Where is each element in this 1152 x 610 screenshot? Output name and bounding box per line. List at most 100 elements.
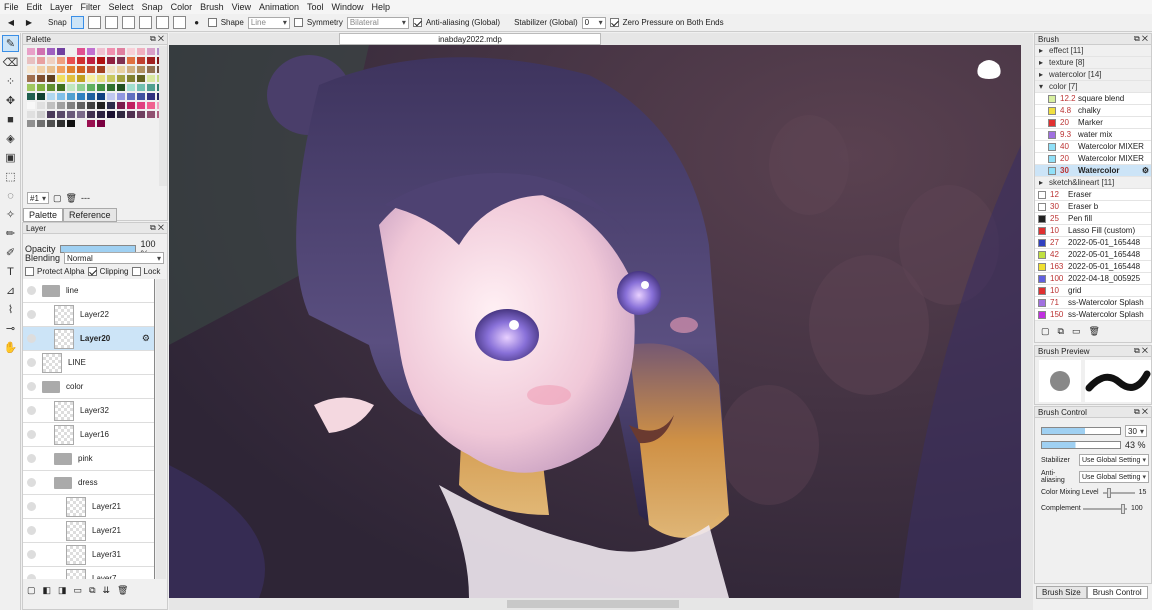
visibility-icon[interactable] xyxy=(27,454,36,463)
menu-edit[interactable]: Edit xyxy=(27,2,49,12)
color-swatch[interactable] xyxy=(107,93,115,100)
layer-row[interactable]: Layer22 xyxy=(23,303,154,327)
delete-brush-icon[interactable]: 🗑 xyxy=(1088,326,1099,337)
copy-brush-icon[interactable]: ⧉ xyxy=(1058,326,1064,337)
undo-icon[interactable]: ◀ xyxy=(4,16,18,30)
color-swatch[interactable] xyxy=(117,111,125,118)
brush-item[interactable]: 10 grid xyxy=(1035,285,1151,297)
color-swatch[interactable] xyxy=(97,102,105,109)
brush-item[interactable]: 12 Eraser xyxy=(1035,189,1151,201)
redo-icon[interactable]: ▶ xyxy=(22,16,36,30)
select-pen-tool-icon[interactable]: ✏ xyxy=(2,225,19,242)
color-swatch[interactable] xyxy=(27,93,35,100)
color-swatch[interactable] xyxy=(47,66,55,73)
canvas-hscroll[interactable] xyxy=(169,598,1021,610)
palette-scrollbar[interactable] xyxy=(159,46,167,186)
color-swatch[interactable] xyxy=(87,93,95,100)
color-swatch[interactable] xyxy=(117,48,125,55)
color-swatch[interactable] xyxy=(147,120,155,127)
menu-brush[interactable]: Brush xyxy=(200,2,230,12)
divide-tool-icon[interactable]: ⊿ xyxy=(2,282,19,299)
color-swatch[interactable] xyxy=(37,111,45,118)
color-swatch[interactable] xyxy=(27,120,35,127)
expand-icon[interactable]: ▾ xyxy=(1039,82,1043,91)
color-swatch[interactable] xyxy=(127,66,135,73)
lock-checkbox[interactable] xyxy=(131,267,141,276)
snap-circle-button[interactable] xyxy=(138,16,152,29)
color-swatch[interactable] xyxy=(87,66,95,73)
visibility-icon[interactable] xyxy=(27,358,36,367)
artwork-canvas[interactable] xyxy=(169,45,1021,598)
menu-select[interactable]: Select xyxy=(109,2,140,12)
brush-group[interactable]: ▸ watercolor [14] xyxy=(1035,69,1151,81)
color-swatch[interactable] xyxy=(117,84,125,91)
color-swatch[interactable] xyxy=(97,84,105,91)
color-swatch[interactable] xyxy=(97,120,105,127)
new-layer1-icon[interactable]: ◨ xyxy=(58,585,67,596)
color-swatch[interactable] xyxy=(147,75,155,82)
panel-menu-icon[interactable]: ⧉ ✕ xyxy=(1134,407,1148,417)
fill-rect-tool-icon[interactable]: ■ xyxy=(2,111,19,128)
visibility-icon[interactable] xyxy=(27,478,36,487)
brush-item[interactable]: 163 2022-05-01_165448 xyxy=(1035,261,1151,273)
stabilizer-dropdown[interactable]: 0 xyxy=(581,16,606,29)
color-swatch[interactable] xyxy=(117,93,125,100)
brush-item[interactable]: 4.8 chalky xyxy=(1035,105,1151,117)
color-swatch[interactable] xyxy=(47,102,55,109)
brush-item[interactable]: 42 2022-05-01_165448 xyxy=(1035,249,1151,261)
color-swatch[interactable] xyxy=(47,120,55,127)
color-swatch[interactable] xyxy=(57,102,65,109)
layer-row[interactable]: Layer21 xyxy=(23,495,154,519)
color-swatch[interactable] xyxy=(127,57,135,64)
snap-radial-button[interactable] xyxy=(121,16,135,29)
brush-item[interactable]: 30 Watercolor ⚙ xyxy=(1035,165,1151,177)
layer-row[interactable]: Layer7 xyxy=(23,567,154,579)
panel-menu-icon[interactable]: ⧉ ✕ xyxy=(150,34,164,44)
visibility-icon[interactable] xyxy=(27,406,36,415)
color-swatch[interactable] xyxy=(147,48,155,55)
brush-group[interactable]: ▸ effect [11] xyxy=(1035,45,1151,57)
tab-brush-control[interactable]: Brush Control xyxy=(1086,586,1148,599)
magic-wand-tool-icon[interactable]: ✧ xyxy=(2,206,19,223)
brush-item[interactable]: 12.2 square blend xyxy=(1035,93,1151,105)
add-swatch-icon[interactable]: ▢ xyxy=(53,193,62,204)
mixing-slider[interactable] xyxy=(1102,487,1135,498)
color-swatch[interactable] xyxy=(37,84,45,91)
brush-size-input[interactable]: 30 xyxy=(1125,425,1147,437)
color-swatch[interactable] xyxy=(87,75,95,82)
layer-scrollbar[interactable] xyxy=(156,279,166,579)
color-swatch[interactable] xyxy=(117,75,125,82)
color-swatch[interactable] xyxy=(37,66,45,73)
menu-filter[interactable]: Filter xyxy=(81,2,107,12)
select-eraser-tool-icon[interactable]: ✐ xyxy=(2,244,19,261)
expand-icon[interactable]: ▸ xyxy=(1039,70,1043,79)
color-swatch[interactable] xyxy=(57,75,65,82)
delete-layer-icon[interactable]: 🗑 xyxy=(117,585,128,596)
color-swatch[interactable] xyxy=(97,48,105,55)
visibility-icon[interactable] xyxy=(27,574,36,579)
color-swatch[interactable] xyxy=(57,111,65,118)
color-swatch[interactable] xyxy=(117,66,125,73)
color-swatch[interactable] xyxy=(67,66,75,73)
layer-row[interactable]: Layer32 xyxy=(23,399,154,423)
layer-row[interactable]: pink xyxy=(23,447,154,471)
color-swatch[interactable] xyxy=(67,48,75,55)
color-swatch[interactable] xyxy=(57,93,65,100)
visibility-icon[interactable] xyxy=(27,430,36,439)
color-swatch[interactable] xyxy=(107,102,115,109)
snap-curve-button[interactable] xyxy=(155,16,169,29)
color-swatch[interactable] xyxy=(137,66,145,73)
color-swatch[interactable] xyxy=(147,102,155,109)
color-swatch[interactable] xyxy=(67,84,75,91)
panel-menu-icon[interactable]: ⧉ ✕ xyxy=(150,223,164,233)
tab-palette[interactable]: Palette xyxy=(23,208,64,222)
color-swatch[interactable] xyxy=(97,75,105,82)
brush-item[interactable]: 20 Marker xyxy=(1035,117,1151,129)
color-swatch[interactable] xyxy=(87,111,95,118)
brush-group[interactable]: ▾ color [7] xyxy=(1035,81,1151,93)
color-swatch[interactable] xyxy=(27,75,35,82)
menu-animation[interactable]: Animation xyxy=(259,2,305,12)
brush-item[interactable]: 100 2022-04-18_005925 xyxy=(1035,273,1151,285)
color-swatch[interactable] xyxy=(27,66,35,73)
panel-menu-icon[interactable]: ⧉ ✕ xyxy=(1134,34,1148,44)
